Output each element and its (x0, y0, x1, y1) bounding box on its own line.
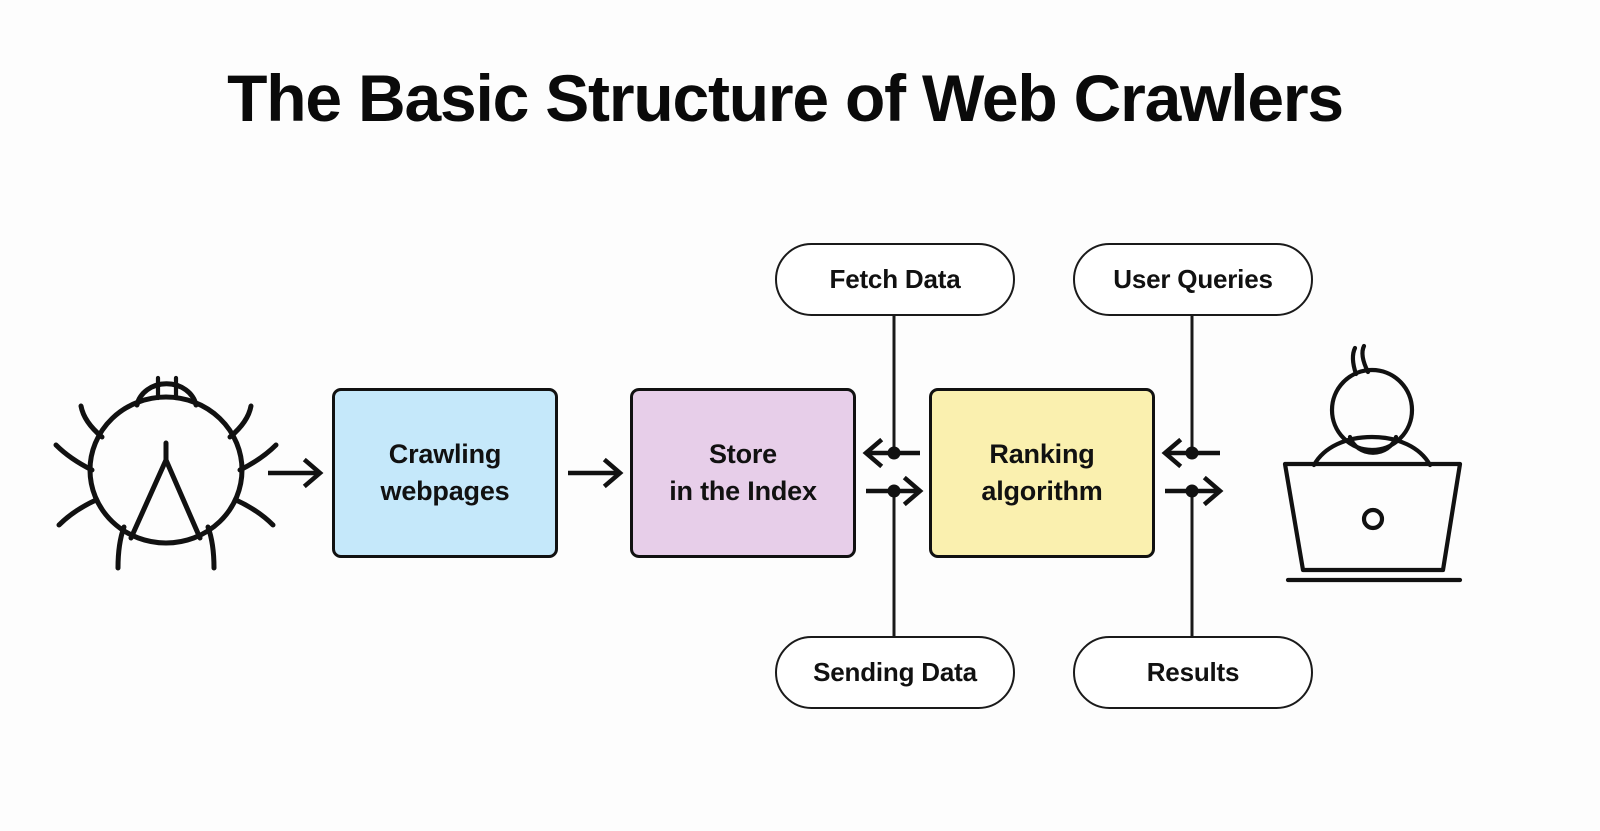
person-at-laptop-icon (1282, 343, 1463, 583)
page-title: The Basic Structure of Web Crawlers (227, 61, 1344, 135)
junction-dot (887, 446, 901, 460)
process-box-store-in-the-index[interactable]: Store in the Index (630, 388, 856, 558)
diagram-canvas: The Basic Structure of Web Crawlers Craw… (0, 0, 1600, 831)
process-box-ranking-algorithm[interactable]: Ranking algorithm (929, 388, 1155, 558)
arrow-ranking-to-user (1165, 475, 1224, 507)
pill-results[interactable]: Results (1073, 636, 1313, 709)
spider-bug-icon (53, 375, 279, 571)
arrow-spider-to-crawling (268, 457, 324, 489)
arrow-crawling-to-store (568, 457, 624, 489)
arrow-user-to-ranking (1161, 437, 1220, 469)
junction-dot (887, 484, 901, 498)
junction-dot (1185, 484, 1199, 498)
pill-user-queries[interactable]: User Queries (1073, 243, 1313, 316)
arrow-store-to-ranking (866, 475, 924, 507)
pill-fetch-data[interactable]: Fetch Data (775, 243, 1015, 316)
pill-sending-data[interactable]: Sending Data (775, 636, 1015, 709)
arrow-ranking-to-store (862, 437, 920, 469)
junction-dot (1185, 446, 1199, 460)
process-box-crawling-webpages[interactable]: Crawling webpages (332, 388, 558, 558)
